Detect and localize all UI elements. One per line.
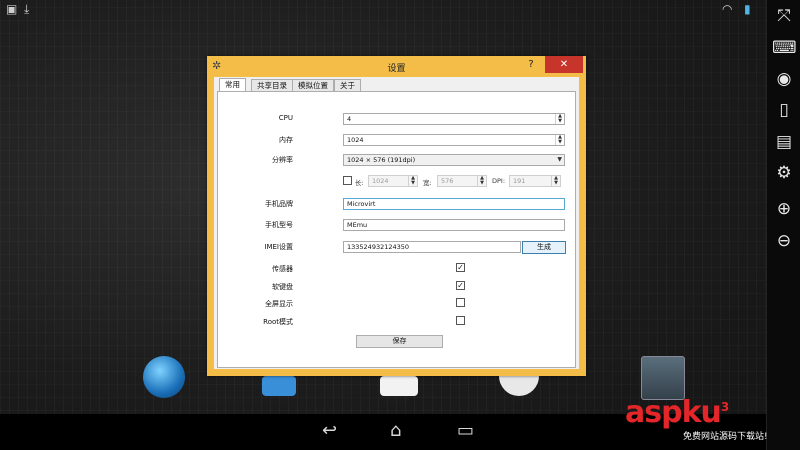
keyboard-icon[interactable]: ⌨	[772, 36, 797, 60]
custom-resolution-checkbox[interactable]	[343, 176, 352, 185]
app-icon-flower[interactable]	[380, 376, 418, 396]
memory-value: 1024	[347, 136, 364, 144]
image-notification-icon: ▣	[6, 2, 18, 16]
settings-gear-icon[interactable]: ⚙	[772, 161, 796, 185]
generate-imei-button[interactable]: 生成	[522, 241, 566, 254]
cpu-value: 4	[347, 115, 352, 123]
sensor-checkbox[interactable]: ✓	[456, 263, 465, 272]
model-value: MEmu	[347, 221, 368, 229]
watermark-subtitle: 免费网站源码下载站!	[683, 432, 768, 442]
settings-sliders-icon[interactable]	[641, 356, 685, 400]
browser-globe-icon[interactable]	[143, 356, 185, 398]
app-icon-compass[interactable]	[499, 376, 539, 396]
brand-input[interactable]: Microvirt	[343, 198, 565, 210]
general-settings-panel: CPU 4 ▲ ▼ 内存 1024 ▲ ▼ 分辨率 1024 × 576 (191d…	[217, 91, 576, 368]
model-label: 手机型号	[265, 221, 293, 229]
length-spin-arrows-icon: ▲ ▼	[408, 176, 417, 186]
resolution-select[interactable]: 1024 × 576 (191dpi) ▼	[343, 154, 565, 166]
sensor-label: 传感器	[272, 265, 293, 273]
download-notification-icon: ⤓	[24, 2, 30, 16]
dialog-titlebar[interactable]: ✲ 设置 ? ✕	[207, 56, 586, 76]
imei-input[interactable]: 133524932124350	[343, 241, 521, 253]
status-bar: ▣ ⤓ ◠ ▮	[0, 0, 766, 20]
width-value: 576	[441, 177, 454, 185]
shake-phone-icon[interactable]: ▯	[772, 98, 796, 122]
home-icon[interactable]: ⌂	[390, 422, 401, 440]
watermark-logo-suffix: 3	[720, 400, 729, 414]
width-label: 宽:	[423, 179, 432, 187]
memory-label: 内存	[279, 136, 293, 144]
volume-down-icon[interactable]: ⊖	[772, 229, 796, 253]
cpu-label: CPU	[278, 114, 293, 122]
resolution-value: 1024 × 576 (191dpi)	[347, 156, 416, 164]
settings-dialog: ✲ 设置 ? ✕ 常用 共享目录 模拟位置 关于 CPU 4 ▲ ▼ 内存 102…	[207, 56, 586, 376]
memory-spin-arrows-icon[interactable]: ▲ ▼	[555, 135, 564, 145]
cpu-spinbox[interactable]: 4 ▲ ▼	[343, 113, 565, 125]
length-value: 1024	[372, 177, 389, 185]
imei-value: 133524932124350	[347, 243, 410, 251]
dpi-label: DPI:	[492, 177, 506, 185]
soft-keyboard-checkbox[interactable]: ✓	[456, 281, 465, 290]
help-button[interactable]: ?	[520, 56, 542, 73]
dpi-value: 191	[513, 177, 526, 185]
app-icon-blue[interactable]	[262, 376, 296, 396]
wifi-icon: ◠	[722, 2, 733, 16]
emulator-toolbar: ⤧ ⌨ ◉ ▯ ▤ ⚙ ⊕ ⊖	[766, 0, 800, 450]
site-watermark: aspku3 免费网站源码下载站!	[625, 395, 795, 445]
save-button[interactable]: 保存	[356, 335, 443, 348]
model-input[interactable]: MEmu	[343, 219, 565, 231]
camera-icon[interactable]: ◉	[772, 67, 796, 91]
fullscreen-checkbox[interactable]	[456, 298, 465, 307]
length-input[interactable]: 1024 ▲ ▼	[368, 175, 418, 187]
dialog-client: 常用 共享目录 模拟位置 关于 CPU 4 ▲ ▼ 内存 1024 ▲ ▼ 分辨率 …	[214, 77, 579, 369]
resolution-label: 分辨率	[272, 156, 293, 164]
watermark-logo: aspku3	[625, 395, 729, 430]
cpu-spin-arrows-icon[interactable]: ▲ ▼	[555, 114, 564, 124]
memory-spinbox[interactable]: 1024 ▲ ▼	[343, 134, 565, 146]
recent-apps-icon[interactable]: ▭	[457, 422, 474, 440]
brand-value: Microvirt	[347, 200, 376, 208]
fullscreen-label: 全屏显示	[265, 300, 293, 308]
width-input[interactable]: 576 ▲ ▼	[437, 175, 487, 187]
back-icon[interactable]: ↩	[322, 422, 337, 440]
close-button[interactable]: ✕	[545, 56, 583, 73]
fullscreen-icon[interactable]: ⤧	[772, 4, 796, 28]
dpi-spin-arrows-icon: ▲ ▼	[551, 176, 560, 186]
dpi-input[interactable]: 191 ▲ ▼	[509, 175, 561, 187]
imei-label: IMEI设置	[264, 243, 293, 251]
length-label: 长:	[355, 179, 364, 187]
width-spin-arrows-icon: ▲ ▼	[477, 176, 486, 186]
watermark-logo-text: aspku	[625, 395, 722, 430]
root-mode-label: Root模式	[263, 318, 293, 326]
apk-install-icon[interactable]: ▤	[772, 130, 796, 154]
root-mode-checkbox[interactable]	[456, 316, 465, 325]
chevron-down-icon: ▼	[557, 156, 562, 163]
volume-up-icon[interactable]: ⊕	[772, 197, 796, 221]
brand-label: 手机品牌	[265, 200, 293, 208]
battery-icon: ▮	[744, 2, 751, 16]
soft-keyboard-label: 软键盘	[272, 283, 293, 291]
